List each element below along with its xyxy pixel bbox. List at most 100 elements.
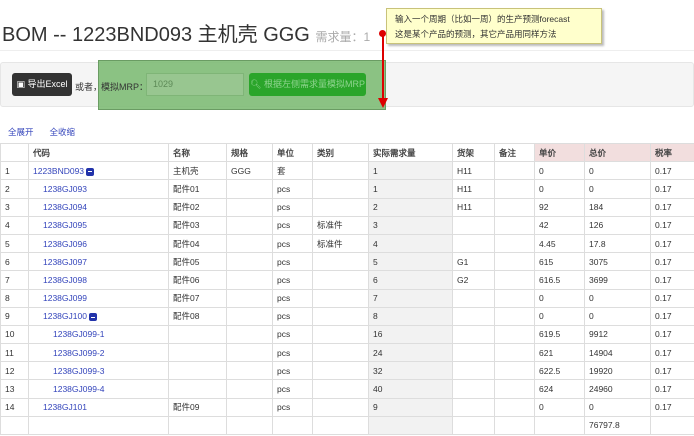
item-code-link[interactable]: 1238GJ099-4 [53,384,105,394]
collapse-icon[interactable] [88,313,97,322]
cell-name: 配件06 [168,270,227,290]
cell-tax: 0.17 [650,270,694,290]
cell-name [168,324,227,345]
cell-qty: 1 [368,161,453,181]
cell-tax: 0.17 [650,288,694,308]
cell-price: 0 [534,161,585,181]
cell-price: 0 [534,179,585,199]
cell-note [494,306,535,326]
cell-name: 配件04 [168,233,227,254]
export-label: 导出Excel [27,79,68,89]
cell-tax: 0.17 [650,397,694,417]
cell-n: 12 [0,361,29,381]
cell-unit: pcs [272,379,313,399]
table-row: 3 1238GJ094 配件02 pcs 2 H11 92 184 0.17 [0,197,694,217]
cell-unit: pcs [272,397,313,417]
collapse-all-link[interactable]: 全收缩 [50,127,76,137]
column-header: 备注 [494,142,535,163]
annotation-arrow [382,32,384,102]
tree-controls: 全展开 全收缩 [8,126,91,138]
cell-price: 619.5 [534,324,585,345]
column-header: 类别 [312,142,369,163]
export-excel-button[interactable]: ▣ 导出Excel [12,73,72,96]
cell-price: 92 [534,197,585,217]
item-code-link[interactable]: 1223BND093 [33,166,84,176]
cell-qty: 3 [368,215,453,235]
cell-tax: 0.17 [650,379,694,399]
table-row: 1 1223BND093 主机壳 GGG 套 1 H11 0 0 0.17 [0,161,694,181]
item-code-link[interactable]: 1238GJ099-1 [53,329,105,339]
cell-total: 14904 [584,343,651,363]
cell-spec [226,270,273,290]
cell-qty: 9 [368,397,453,417]
expand-all-link[interactable]: 全展开 [8,127,34,137]
cell-price: 615 [534,252,585,272]
item-code-link[interactable]: 1238GJ099-2 [53,348,105,358]
empty-cell [312,415,369,436]
cell-unit: pcs [272,343,313,363]
cell-name [168,343,227,363]
column-header [0,142,29,163]
table-row: 11 1238GJ099-2 pcs 24 621 14904 0.17 [0,343,694,363]
grand-total: 76797.8 [584,415,651,436]
empty-cell [28,415,169,436]
item-code-link[interactable]: 1238GJ093 [43,184,87,194]
cell-total: 3075 [584,252,651,272]
cell-unit: pcs [272,179,313,199]
mrp-button-label: 根据左侧需求量模拟MRP [263,79,365,89]
cell-cat [312,197,369,217]
cell-name: 主机壳 [168,161,227,181]
cell-cat: 标准件 [312,233,369,254]
item-code-link[interactable]: 1238GJ100 [43,311,87,321]
cell-shelf [452,397,495,417]
cell-shelf: G2 [452,270,495,290]
mrp-input[interactable]: 1029 [146,73,244,96]
cell-tax: 0.17 [650,161,694,181]
page-title: BOM -- 1223BND093 主机壳 GGG 需求量：1 [2,18,370,47]
cell-code: 1238GJ100 [28,306,169,326]
cell-spec [226,197,273,217]
cell-unit: pcs [272,215,313,235]
empty-cell [272,415,313,436]
table-row: 7 1238GJ098 配件06 pcs 6 G2 616.5 3699 0.17 [0,270,694,290]
cell-spec [226,306,273,326]
cell-price: 0 [534,306,585,326]
cell-unit: pcs [272,288,313,308]
item-code-link[interactable]: 1238GJ099-3 [53,366,105,376]
search-icon: 🔍︎ [250,79,262,89]
cell-shelf [452,233,495,254]
cell-unit: 套 [272,161,313,181]
table-row: 9 1238GJ100 配件08 pcs 8 0 0 0.17 [0,306,694,326]
item-code-link[interactable]: 1238GJ101 [43,402,87,412]
item-code-link[interactable]: 1238GJ096 [43,239,87,249]
cell-name: 配件01 [168,179,227,199]
item-code-link[interactable]: 1238GJ099 [43,293,87,303]
cell-n: 2 [0,179,29,199]
cell-price: 0 [534,288,585,308]
column-header: 代码 [28,142,169,163]
cell-unit: pcs [272,233,313,254]
cell-tax: 0.17 [650,179,694,199]
empty-cell [226,415,273,436]
cell-total: 0 [584,179,651,199]
cell-name: 配件02 [168,197,227,217]
cell-n: 6 [0,252,29,272]
item-code-link[interactable]: 1238GJ094 [43,202,87,212]
cell-tax: 0.17 [650,197,694,217]
item-code-link[interactable]: 1238GJ095 [43,220,87,230]
collapse-icon[interactable] [86,167,95,176]
item-code-link[interactable]: 1238GJ098 [43,275,87,285]
cell-total: 184 [584,197,651,217]
cell-price: 624 [534,379,585,399]
cell-cat [312,361,369,381]
cell-note [494,397,535,417]
cell-n: 13 [0,379,29,399]
cell-note [494,288,535,308]
cell-qty: 4 [368,233,453,254]
cell-cat [312,161,369,181]
cell-note [494,343,535,363]
cell-qty: 1 [368,179,453,199]
item-code-link[interactable]: 1238GJ097 [43,257,87,267]
simulate-mrp-button[interactable]: 🔍︎ 根据左侧需求量模拟MRP [249,73,366,96]
divider [0,50,694,51]
